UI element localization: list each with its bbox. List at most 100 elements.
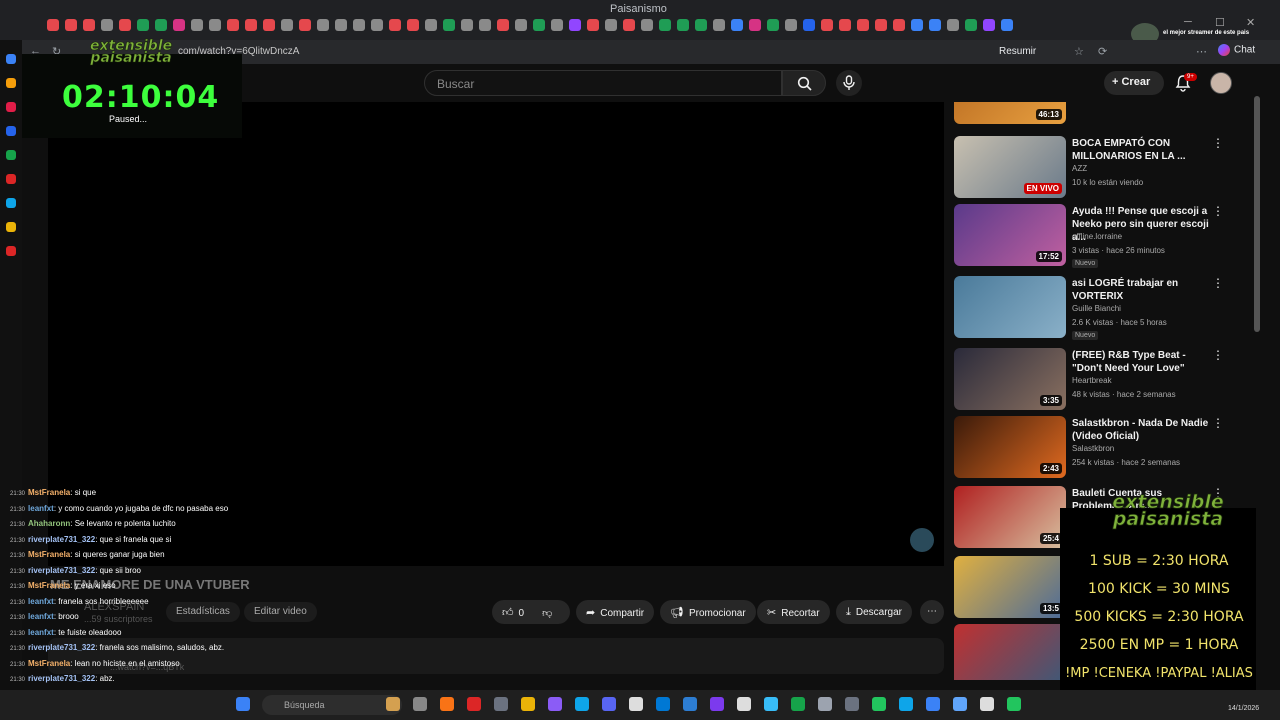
- video-title-link[interactable]: (FREE) R&B Type Beat - "Don't Need Your …: [1072, 349, 1212, 375]
- tab-favicon-icon[interactable]: [389, 19, 401, 31]
- tab-favicon-icon[interactable]: [299, 19, 311, 31]
- taskbar-app-icon[interactable]: [494, 697, 508, 711]
- tab-favicon-icon[interactable]: [551, 19, 563, 31]
- tab-favicon-icon[interactable]: [1001, 19, 1013, 31]
- taskbar-app-icon[interactable]: [899, 697, 913, 711]
- maximize-icon[interactable]: ☐: [1215, 16, 1225, 29]
- tab-favicon-icon[interactable]: [443, 19, 455, 31]
- tab-favicon-icon[interactable]: [335, 19, 347, 31]
- more-vertical-icon[interactable]: ⋮: [1212, 204, 1224, 218]
- minimize-icon[interactable]: ─: [1184, 16, 1192, 28]
- tab-favicon-icon[interactable]: [317, 19, 329, 31]
- tab-favicon-icon[interactable]: [857, 19, 869, 31]
- tab-favicon-icon[interactable]: [803, 19, 815, 31]
- video-channel[interactable]: Salastkbron: [1072, 444, 1114, 453]
- tab-favicon-icon[interactable]: [209, 19, 221, 31]
- video-channel[interactable]: Guille Bianchi: [1072, 304, 1121, 313]
- taskbar-app-icon[interactable]: [764, 697, 778, 711]
- tab-favicon-icon[interactable]: [371, 19, 383, 31]
- video-title-link[interactable]: asi LOGRÉ trabajar en VORTERIX: [1072, 277, 1212, 303]
- tab-favicon-icon[interactable]: [173, 19, 185, 31]
- tab-favicon-icon[interactable]: [659, 19, 671, 31]
- video-thumbnail[interactable]: [954, 276, 1066, 338]
- related-video-card[interactable]: 17:52 Ayuda !!! Pense que escoji a Neeko …: [954, 204, 1250, 268]
- tab-favicon-icon[interactable]: [695, 19, 707, 31]
- taskbar-app-icon[interactable]: [656, 697, 670, 711]
- tab-favicon-icon[interactable]: [893, 19, 905, 31]
- video-channel[interactable]: Heartbreak: [1072, 376, 1112, 385]
- taskbar-app-icon[interactable]: [1007, 697, 1021, 711]
- tab-favicon-icon[interactable]: [245, 19, 257, 31]
- promote-button[interactable]: 📢︎ Promocionar: [660, 600, 756, 624]
- taskbar-app-icon[interactable]: [980, 697, 994, 711]
- tab-favicon-icon[interactable]: [731, 19, 743, 31]
- taskbar-app-icon[interactable]: [386, 697, 400, 711]
- tab-favicon-icon[interactable]: [839, 19, 851, 31]
- tab-favicon-icon[interactable]: [515, 19, 527, 31]
- tab-favicon-icon[interactable]: [119, 19, 131, 31]
- related-video-card[interactable]: 2:43 Salastkbron - Nada De Nadie (Video O…: [954, 416, 1250, 480]
- tab-favicon-icon[interactable]: [137, 19, 149, 31]
- tab-favicon-icon[interactable]: [605, 19, 617, 31]
- share-button[interactable]: ➦ Compartir: [576, 600, 655, 624]
- tab-favicon-icon[interactable]: [353, 19, 365, 31]
- related-video-card[interactable]: 3:35 (FREE) R&B Type Beat - "Don't Need Y…: [954, 348, 1250, 412]
- tab-favicon-icon[interactable]: [875, 19, 887, 31]
- tab-favicon-icon[interactable]: [479, 19, 491, 31]
- tab-favicon-icon[interactable]: [641, 19, 653, 31]
- tab-favicon-icon[interactable]: [713, 19, 725, 31]
- tab-favicon-icon[interactable]: [569, 19, 581, 31]
- taskbar-app-icon[interactable]: [683, 697, 697, 711]
- related-video-card[interactable]: EN VIVO BOCA EMPATÓ CON MILLONARIOS EN LA…: [954, 136, 1250, 200]
- more-actions-button[interactable]: ⋯: [920, 600, 944, 624]
- tab-favicon-icon[interactable]: [983, 19, 995, 31]
- video-thumbnail[interactable]: 17:52: [954, 204, 1066, 266]
- tab-favicon-icon[interactable]: [263, 19, 275, 31]
- video-thumbnail[interactable]: 13:5: [954, 556, 1066, 618]
- taskbar-app-icon[interactable]: [629, 697, 643, 711]
- tab-favicon-icon[interactable]: [965, 19, 977, 31]
- video-title-link[interactable]: Salastkbron - Nada De Nadie (Video Ofici…: [1072, 417, 1212, 443]
- related-video-card[interactable]: 46:13573 k vistas · hace 1 díaNuevo: [954, 102, 1250, 126]
- video-thumbnail[interactable]: [954, 624, 1066, 680]
- tab-favicon-icon[interactable]: [785, 19, 797, 31]
- tab-favicon-icon[interactable]: [623, 19, 635, 31]
- taskbar-app-icon[interactable]: [791, 697, 805, 711]
- more-vertical-icon[interactable]: ⋮: [1212, 348, 1224, 362]
- tab-favicon-icon[interactable]: [191, 19, 203, 31]
- video-thumbnail[interactable]: EN VIVO: [954, 136, 1066, 198]
- video-thumbnail[interactable]: 25:4: [954, 486, 1066, 548]
- summarize-button[interactable]: Resumir: [999, 46, 1036, 57]
- more-vertical-icon[interactable]: ⋮: [1212, 136, 1224, 150]
- tab-favicon-icon[interactable]: [821, 19, 833, 31]
- taskbar-app-icon[interactable]: [440, 697, 454, 711]
- tab-favicon-icon[interactable]: [281, 19, 293, 31]
- tab-favicon-icon[interactable]: [677, 19, 689, 31]
- search-button[interactable]: [782, 70, 826, 96]
- tab-favicon-icon[interactable]: [767, 19, 779, 31]
- tab-favicon-icon[interactable]: [929, 19, 941, 31]
- taskbar-app-icon[interactable]: [548, 697, 562, 711]
- taskbar-app-icon[interactable]: [845, 697, 859, 711]
- create-button[interactable]: + Crear: [1104, 71, 1164, 95]
- chat-button[interactable]: Chat: [1218, 44, 1255, 56]
- taskbar-app-icon[interactable]: [521, 697, 535, 711]
- tab-favicon-icon[interactable]: [533, 19, 545, 31]
- video-title-link[interactable]: BOCA EMPATÓ CON MILLONARIOS EN LA ...: [1072, 137, 1212, 163]
- download-button[interactable]: ⤓ Descargar: [836, 600, 913, 624]
- taskbar-app-icon[interactable]: [710, 697, 724, 711]
- taskbar-app-icon[interactable]: [467, 697, 481, 711]
- taskbar-app-icon[interactable]: [602, 697, 616, 711]
- tab-favicon-icon[interactable]: [425, 19, 437, 31]
- video-thumbnail[interactable]: 2:43: [954, 416, 1066, 478]
- taskbar-app-icon[interactable]: [818, 697, 832, 711]
- taskbar-app-icon[interactable]: [872, 697, 886, 711]
- tab-favicon-icon[interactable]: [497, 19, 509, 31]
- tab-favicon-icon[interactable]: [749, 19, 761, 31]
- more-vertical-icon[interactable]: ⋮: [1212, 276, 1224, 290]
- more-vertical-icon[interactable]: ⋮: [1212, 416, 1224, 430]
- tab-favicon-icon[interactable]: [461, 19, 473, 31]
- tab-favicon-icon[interactable]: [65, 19, 77, 31]
- more-icon[interactable]: ⋯: [1196, 45, 1207, 58]
- tab-favicon-icon[interactable]: [227, 19, 239, 31]
